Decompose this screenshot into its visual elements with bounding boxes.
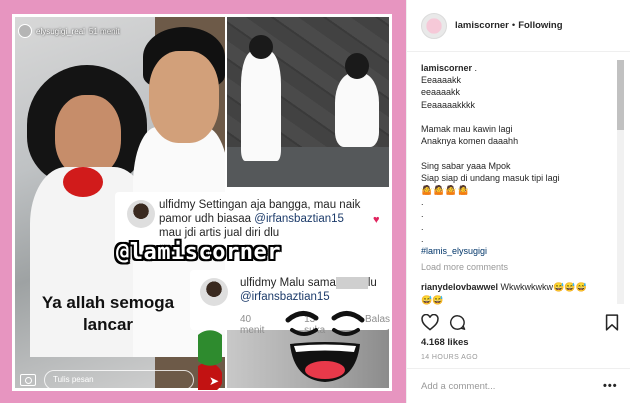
more-icon[interactable]: ••• bbox=[603, 380, 618, 392]
post-username[interactable]: lamiscorner bbox=[455, 20, 509, 31]
reply-input: Tulis pesan bbox=[44, 370, 194, 390]
scrollbar-thumb[interactable] bbox=[617, 60, 624, 130]
flower-bouquet bbox=[63, 167, 103, 197]
following-button[interactable]: Following bbox=[518, 20, 562, 31]
avatar bbox=[127, 200, 155, 228]
caption-emoji-row: 🤷🤷🤷🤷 bbox=[421, 185, 470, 195]
bookmark-icon[interactable] bbox=[605, 314, 619, 331]
story-time: 51 menit bbox=[88, 26, 120, 36]
comment-time: 40 menit bbox=[240, 314, 265, 336]
couple-walking-photo bbox=[227, 17, 389, 187]
mention: @irfansbaztian15 bbox=[240, 291, 330, 303]
comment-text: ulfidmy Settingan aja bangga, mau naik p… bbox=[159, 199, 361, 239]
caption-line: Siap siap di undang masuk tipi lagi bbox=[421, 172, 560, 183]
likes-count[interactable]: 4.168 likes bbox=[421, 337, 469, 348]
caption-line: . bbox=[421, 197, 424, 208]
comment-text: ulfidmy Malu sama lu @irfansbaztian15 bbox=[240, 276, 377, 303]
comment-text: Wkwkwkwkw😅😅😅 bbox=[500, 282, 587, 293]
caption-line: . bbox=[421, 221, 424, 232]
post-media[interactable]: elysugigi_real 51 menit ulfidmy Settinga… bbox=[0, 0, 406, 403]
laughing-face-icon bbox=[285, 311, 365, 382]
comment-username: ulfidmy bbox=[159, 199, 196, 211]
comment-item: rianydelovbawwel Wkwkwkwkw😅😅😅 bbox=[421, 281, 621, 293]
comments-list: lamiscorner . Eeaaaakk eeaaaakk Eeaaaaak… bbox=[421, 62, 621, 305]
caption-line: Sing sabar yaaa Mpok bbox=[421, 160, 511, 171]
overlay-caption: Ya allah semoga lancar bbox=[41, 293, 175, 334]
story-username: elysugigi_real bbox=[36, 26, 85, 36]
send-icon: ➤ bbox=[209, 374, 220, 388]
post-timestamp: 14 HOURS AGO bbox=[421, 354, 478, 361]
post-actions bbox=[421, 314, 621, 334]
comment-username[interactable]: rianydelovbawwel bbox=[421, 282, 498, 292]
caption-line: . bbox=[421, 209, 424, 220]
camera-icon bbox=[20, 374, 36, 386]
hashtag-link[interactable]: #lamis_elysugigi bbox=[421, 245, 621, 257]
story-reply-bar: Tulis pesan bbox=[20, 370, 194, 390]
comment-text-continued: 😅😅 bbox=[421, 294, 444, 305]
caption-username[interactable]: lamiscorner bbox=[421, 63, 472, 73]
story-collage: elysugigi_real 51 menit ulfidmy Settinga… bbox=[12, 14, 392, 391]
watermark: @lamiscorner bbox=[116, 240, 281, 265]
avatar bbox=[18, 24, 32, 38]
mention: @irfansbaztian15 bbox=[254, 213, 344, 225]
add-comment-input[interactable]: Add a comment... bbox=[421, 381, 495, 392]
load-more-comments-button[interactable]: Load more comments bbox=[421, 261, 621, 273]
caption-line bbox=[421, 147, 621, 159]
heart-icon[interactable] bbox=[421, 314, 439, 331]
caption-line: Eeaaaakk bbox=[421, 75, 462, 86]
caption-line: lamiscorner . bbox=[421, 63, 478, 73]
caption-line: Eeaaaaakkkk bbox=[421, 99, 476, 110]
post-sidebar: lamiscorner • Following lamiscorner . Ee… bbox=[406, 0, 630, 403]
heart-icon: ♥ bbox=[373, 214, 380, 226]
caption-line: Mamak mau kawin lagi bbox=[421, 124, 513, 134]
comments-scrollbar[interactable] bbox=[617, 60, 624, 304]
post-header: lamiscorner • Following bbox=[407, 0, 630, 52]
avatar[interactable] bbox=[421, 12, 447, 39]
story-header: elysugigi_real 51 menit bbox=[18, 24, 120, 38]
divider bbox=[406, 368, 630, 369]
caption-line: Anaknya komen daaahh bbox=[421, 136, 519, 147]
comment-username: ulfidmy bbox=[240, 277, 277, 289]
comment-icon[interactable] bbox=[449, 314, 466, 331]
caption-line: eeaaaakk bbox=[421, 87, 461, 98]
caption-line bbox=[421, 111, 621, 123]
avatar bbox=[200, 278, 228, 306]
separator-dot: • bbox=[511, 20, 516, 31]
caption-line: . bbox=[421, 233, 424, 244]
blurred-name bbox=[335, 276, 368, 289]
